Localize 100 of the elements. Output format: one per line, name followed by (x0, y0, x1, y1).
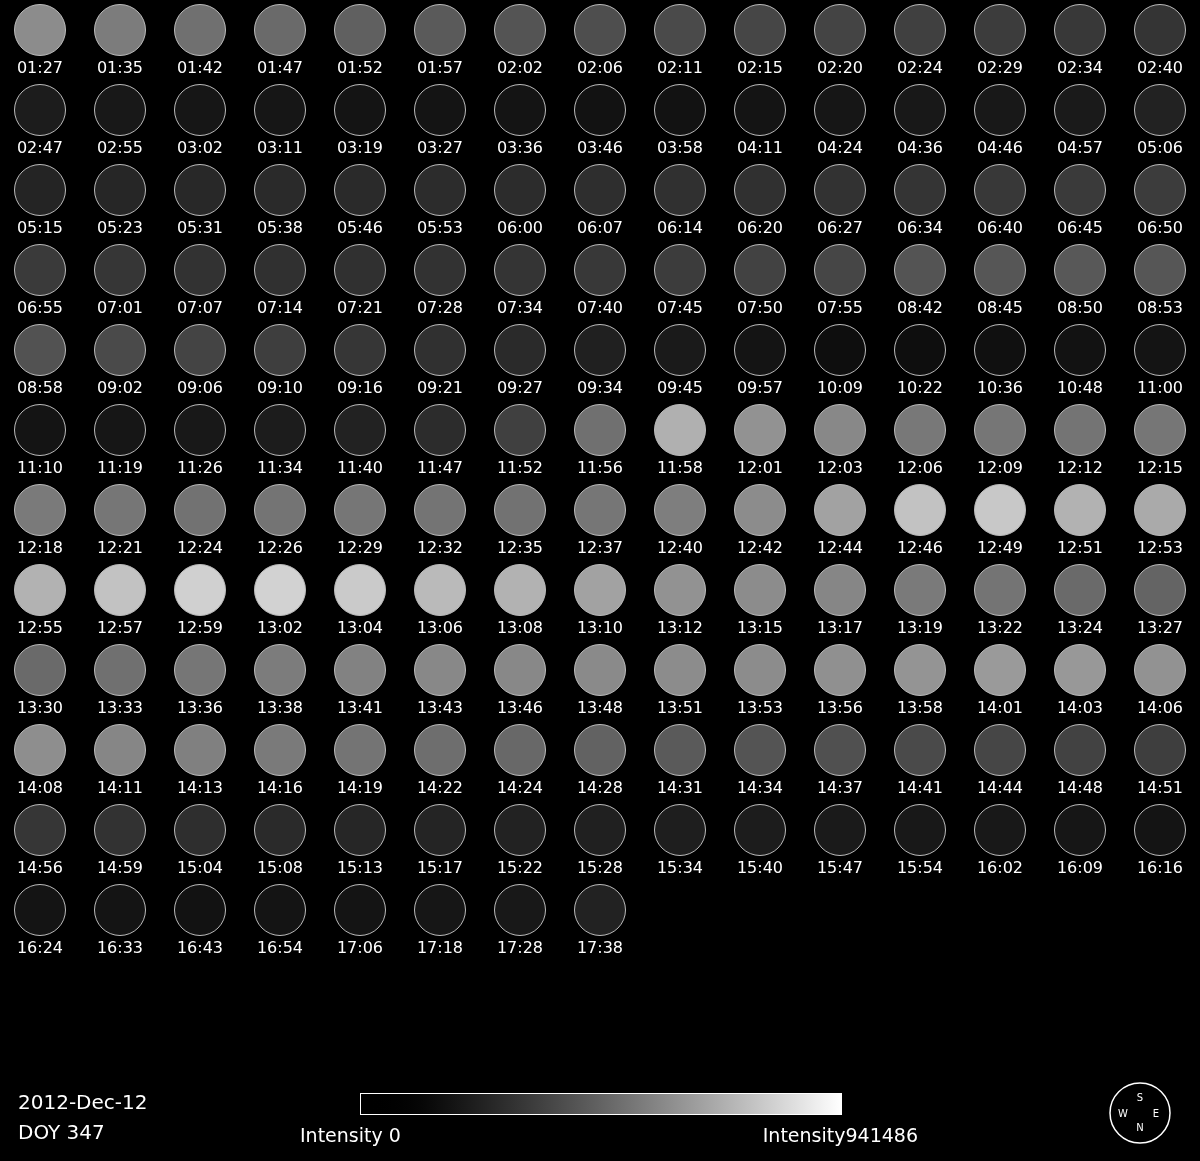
time-label: 17:06 (336, 938, 384, 958)
time-label: 13:17 (816, 618, 864, 638)
time-label: 07:21 (336, 298, 384, 318)
time-label: 14:24 (496, 778, 544, 798)
time-label: 14:13 (176, 778, 224, 798)
time-label: 05:46 (336, 218, 384, 238)
time-label: 02:24 (896, 58, 944, 78)
time-label: 09:10 (256, 378, 304, 398)
time-label: 12:03 (816, 458, 864, 478)
time-label: 16:09 (1056, 858, 1104, 878)
time-label: 07:34 (496, 298, 544, 318)
time-label: 07:40 (576, 298, 624, 318)
time-label: 12:01 (736, 458, 784, 478)
time-label: 16:24 (16, 938, 64, 958)
time-label: 11:40 (336, 458, 384, 478)
time-label: 06:20 (736, 218, 784, 238)
time-label: 01:42 (176, 58, 224, 78)
time-label: 13:41 (336, 698, 384, 718)
time-label: 12:51 (1056, 538, 1104, 558)
time-label: 10:36 (976, 378, 1024, 398)
time-label: 02:06 (576, 58, 624, 78)
time-label: 13:10 (576, 618, 624, 638)
time-label: 11:47 (416, 458, 464, 478)
time-label: 02:15 (736, 58, 784, 78)
compass-label: S (1136, 1092, 1144, 1103)
time-label: 13:38 (256, 698, 304, 718)
time-label: 12:06 (896, 458, 944, 478)
time-label: 03:02 (176, 138, 224, 158)
time-label: 14:06 (1136, 698, 1184, 718)
time-label: 09:06 (176, 378, 224, 398)
time-label: 07:55 (816, 298, 864, 318)
time-label: 15:54 (896, 858, 944, 878)
time-label: 06:00 (496, 218, 544, 238)
time-label: 11:58 (656, 458, 704, 478)
time-label: 12:49 (976, 538, 1024, 558)
time-label: 12:32 (416, 538, 464, 558)
time-label: 13:02 (256, 618, 304, 638)
time-label: 04:36 (896, 138, 944, 158)
time-label: 07:45 (656, 298, 704, 318)
time-label: 12:55 (16, 618, 64, 638)
time-label: 13:51 (656, 698, 704, 718)
time-label: 12:09 (976, 458, 1024, 478)
time-label: 07:01 (96, 298, 144, 318)
time-label: 11:00 (1136, 378, 1184, 398)
time-label: 14:48 (1056, 778, 1104, 798)
time-label: 03:58 (656, 138, 704, 158)
time-label: 02:02 (496, 58, 544, 78)
time-label: 05:23 (96, 218, 144, 238)
time-label: 12:44 (816, 538, 864, 558)
time-label: 04:57 (1056, 138, 1104, 158)
time-label: 10:48 (1056, 378, 1104, 398)
time-label: 11:34 (256, 458, 304, 478)
time-label: 16:54 (256, 938, 304, 958)
time-label: 14:44 (976, 778, 1024, 798)
time-label: 01:57 (416, 58, 464, 78)
time-label: 13:43 (416, 698, 464, 718)
time-label: 12:40 (656, 538, 704, 558)
time-label: 06:07 (576, 218, 624, 238)
time-label: 06:45 (1056, 218, 1104, 238)
time-label: 08:45 (976, 298, 1024, 318)
time-label: 03:27 (416, 138, 464, 158)
time-label: 14:31 (656, 778, 704, 798)
time-label: 17:28 (496, 938, 544, 958)
time-label: 10:09 (816, 378, 864, 398)
time-label: 15:28 (576, 858, 624, 878)
time-label: 02:29 (976, 58, 1024, 78)
time-label: 13:53 (736, 698, 784, 718)
time-label: 04:46 (976, 138, 1024, 158)
time-label: 14:51 (1136, 778, 1184, 798)
time-label: 15:34 (656, 858, 704, 878)
time-label: 15:13 (336, 858, 384, 878)
time-label: 05:38 (256, 218, 304, 238)
time-label: 13:15 (736, 618, 784, 638)
time-label: 15:17 (416, 858, 464, 878)
time-label: 01:47 (256, 58, 304, 78)
time-label: 15:08 (256, 858, 304, 878)
time-label: 12:29 (336, 538, 384, 558)
time-label: 01:52 (336, 58, 384, 78)
time-label: 13:22 (976, 618, 1024, 638)
time-label: 13:58 (896, 698, 944, 718)
time-label: 13:46 (496, 698, 544, 718)
time-label: 11:52 (496, 458, 544, 478)
time-label: 06:55 (16, 298, 64, 318)
compass-label: N (1136, 1122, 1144, 1133)
intensity-min-label: Intensity 0 (300, 1123, 401, 1147)
time-label: 16:43 (176, 938, 224, 958)
time-label: 11:10 (16, 458, 64, 478)
time-label: 13:30 (16, 698, 64, 718)
time-label: 11:19 (96, 458, 144, 478)
time-label: 17:38 (576, 938, 624, 958)
time-label: 13:24 (1056, 618, 1104, 638)
intensity-max-label: Intensity941486 (762, 1123, 918, 1147)
time-label: 02:55 (96, 138, 144, 158)
time-label: 08:42 (896, 298, 944, 318)
time-label: 05:15 (16, 218, 64, 238)
time-label: 12:21 (96, 538, 144, 558)
time-label: 10:22 (896, 378, 944, 398)
time-label: 14:19 (336, 778, 384, 798)
time-label: 03:36 (496, 138, 544, 158)
time-label: 14:37 (816, 778, 864, 798)
